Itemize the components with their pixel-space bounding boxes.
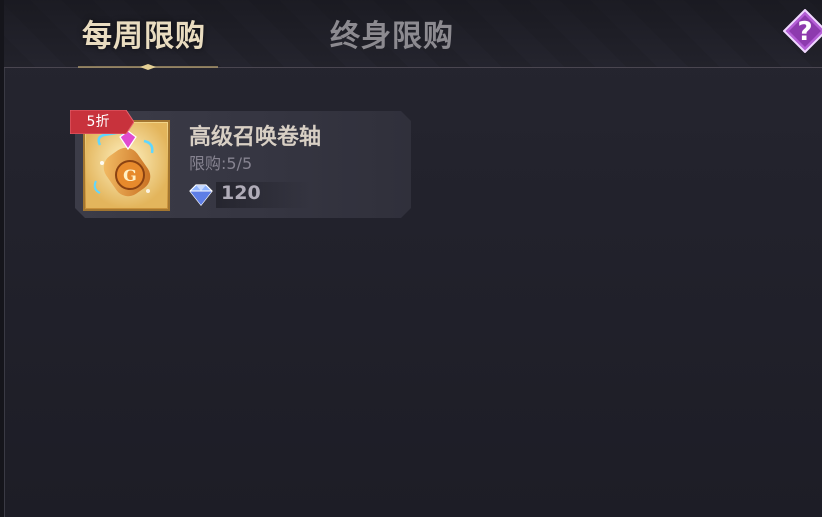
svg-text:?: ? (797, 17, 812, 47)
active-tab-indicator (78, 64, 218, 70)
diamond-icon (189, 184, 213, 206)
item-price: 120 (221, 182, 261, 204)
help-icon[interactable]: ? (783, 9, 822, 53)
summon-scroll-icon: G (86, 123, 167, 208)
shop-panel (4, 0, 822, 517)
discount-label: 5折 (86, 114, 110, 130)
item-name: 高级召唤卷轴 (189, 125, 322, 150)
purchase-limit: 限购:5/5 (189, 154, 253, 173)
svg-text:G: G (123, 166, 137, 185)
tab-lifetime-limit[interactable]: 终身限购 (330, 15, 454, 59)
tab-weekly-limit[interactable]: 每周限购 (82, 15, 206, 59)
